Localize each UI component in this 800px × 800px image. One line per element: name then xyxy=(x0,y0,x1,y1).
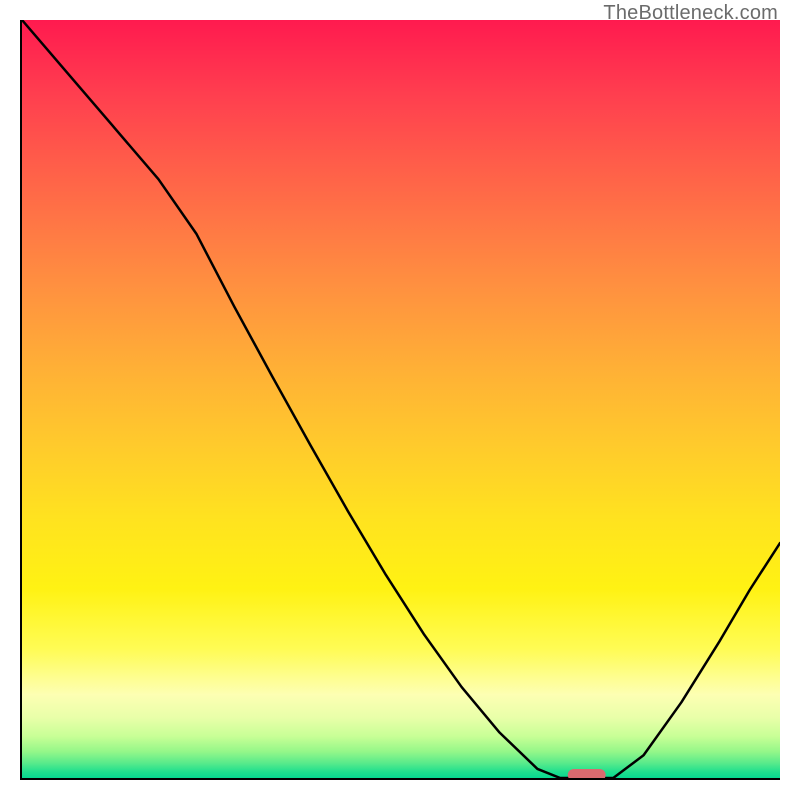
optimal-marker xyxy=(568,769,606,778)
curve-layer xyxy=(22,20,780,778)
plot-area xyxy=(20,20,780,780)
bottleneck-curve xyxy=(22,20,780,778)
chart-wrapper: TheBottleneck.com xyxy=(0,0,800,800)
